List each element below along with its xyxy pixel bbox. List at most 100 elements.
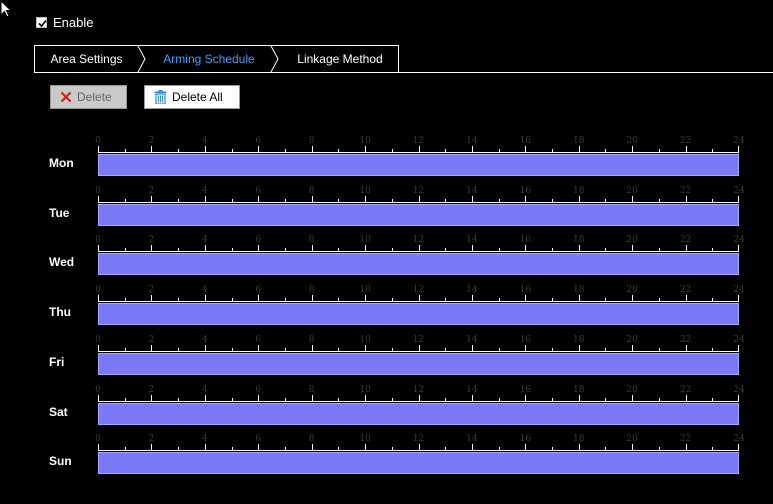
- hour-label: 18: [573, 434, 585, 444]
- hour-tick: [605, 298, 607, 302]
- hour-tick: [98, 245, 99, 252]
- hour-label: 2: [148, 434, 155, 444]
- hour-tick: [445, 248, 447, 252]
- hour-tick: [498, 348, 500, 352]
- hour-tick: [525, 444, 527, 451]
- hour-label: 14: [466, 285, 478, 295]
- hour-tick: [445, 298, 447, 302]
- hour-tick: [391, 298, 393, 302]
- schedule-bar-mon[interactable]: [98, 154, 739, 176]
- hour-label: 24: [733, 186, 745, 196]
- hour-tick: [605, 398, 607, 402]
- hour-tick: [124, 199, 126, 203]
- schedule-bar-tue[interactable]: [98, 204, 739, 226]
- hour-tick: [471, 345, 473, 352]
- hour-tick: [605, 348, 607, 352]
- hour-label: 12: [412, 434, 425, 444]
- hour-tick: [178, 348, 180, 352]
- hour-label: 24: [733, 434, 745, 444]
- hour-tick: [578, 345, 580, 352]
- hour-tick: [284, 199, 286, 203]
- hour-tick: [605, 199, 607, 203]
- hour-tick: [151, 345, 153, 352]
- hour-tick: [712, 398, 714, 402]
- hour-label: 8: [308, 335, 315, 345]
- hour-tick: [365, 295, 367, 302]
- hour-tick: [738, 345, 739, 352]
- hour-label: 6: [255, 136, 262, 146]
- hour-tick: [311, 245, 313, 252]
- schedule-bar-thu[interactable]: [98, 303, 739, 325]
- hour-tick: [445, 199, 447, 203]
- hour-label: 14: [466, 385, 478, 395]
- day-label: Sat: [49, 405, 68, 419]
- hour-tick: [284, 447, 286, 451]
- hour-label: 18: [573, 235, 585, 245]
- hour-tick: [418, 146, 420, 153]
- hour-tick: [151, 196, 153, 203]
- hour-tick: [445, 447, 447, 451]
- hour-tick: [124, 149, 126, 153]
- schedule-bar-wed[interactable]: [98, 253, 739, 275]
- hour-label: 16: [519, 434, 532, 444]
- hour-tick: [311, 146, 313, 153]
- schedule-bar-fri[interactable]: [98, 353, 739, 375]
- hour-label: 8: [308, 136, 315, 146]
- hour-tick: [258, 146, 260, 153]
- hour-label: 10: [359, 335, 371, 345]
- hour-tick: [471, 146, 473, 153]
- schedule-bar-sun[interactable]: [98, 452, 739, 474]
- hour-tick: [258, 295, 260, 302]
- hour-tick: [284, 149, 286, 153]
- hour-tick: [231, 298, 233, 302]
- hour-tick: [498, 149, 500, 153]
- hour-tick: [98, 345, 99, 352]
- hour-tick: [632, 345, 634, 352]
- hour-tick: [578, 395, 580, 402]
- hour-label: 4: [201, 335, 208, 345]
- hour-tick: [738, 395, 739, 402]
- hour-tick: [338, 348, 340, 352]
- hour-label: 22: [679, 136, 692, 146]
- hour-tick: [151, 395, 153, 402]
- hour-tick: [98, 395, 99, 402]
- hour-tick: [552, 298, 554, 302]
- hour-tick: [632, 295, 634, 302]
- hour-label: 22: [679, 235, 692, 245]
- hour-label: 20: [626, 235, 638, 245]
- hour-tick: [284, 298, 286, 302]
- hour-tick: [231, 149, 233, 153]
- hour-tick: [258, 245, 260, 252]
- hour-tick: [124, 398, 126, 402]
- hour-label: 14: [466, 335, 478, 345]
- hour-tick: [712, 248, 714, 252]
- hour-label: 14: [466, 136, 478, 146]
- hour-label: 24: [733, 136, 745, 146]
- hour-label: 8: [308, 186, 315, 196]
- hour-tick: [685, 345, 687, 352]
- hour-label: 6: [255, 285, 262, 295]
- hour-tick: [471, 196, 473, 203]
- hour-tick: [605, 248, 607, 252]
- hour-tick: [204, 245, 206, 252]
- hour-tick: [738, 245, 739, 252]
- schedule-bar-sat[interactable]: [98, 403, 739, 425]
- hour-tick: [658, 398, 660, 402]
- hour-label: 0: [95, 385, 101, 395]
- hour-label: 12: [412, 235, 425, 245]
- hour-tick: [578, 444, 580, 451]
- hour-label: 8: [308, 235, 315, 245]
- hour-label: 16: [519, 385, 532, 395]
- hour-tick: [178, 248, 180, 252]
- hour-tick: [685, 146, 687, 153]
- hour-tick: [365, 345, 367, 352]
- hour-tick: [552, 199, 554, 203]
- hour-tick: [231, 348, 233, 352]
- hour-label: 12: [412, 385, 425, 395]
- hour-tick: [658, 199, 660, 203]
- hour-tick: [124, 447, 126, 451]
- hour-label: 8: [308, 285, 315, 295]
- hour-tick: [204, 146, 206, 153]
- hour-label: 20: [626, 434, 638, 444]
- hour-label: 6: [255, 235, 262, 245]
